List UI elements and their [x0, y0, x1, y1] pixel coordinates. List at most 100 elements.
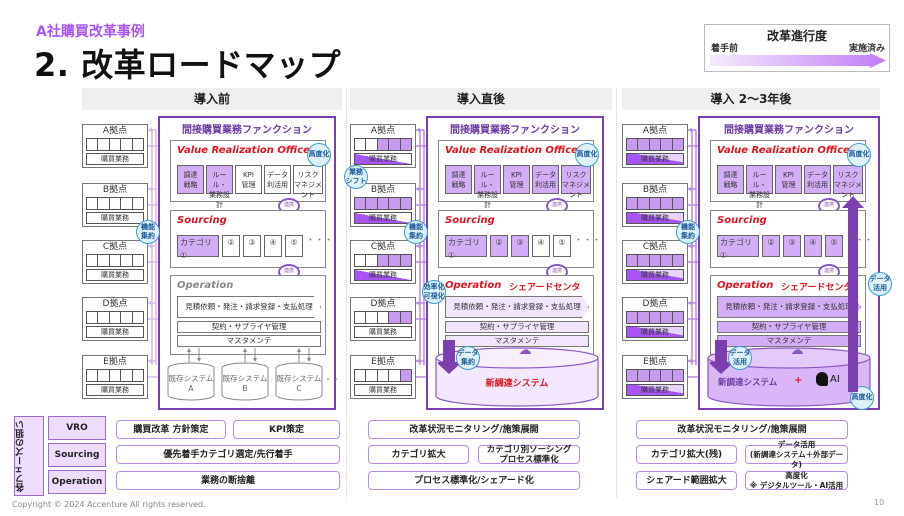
category-item: ⑤: [825, 235, 843, 257]
business-shift-badge: 業務 シフト: [344, 165, 368, 189]
capacity-cell: [355, 198, 367, 209]
vro-function-item: 調達 戦略: [445, 165, 472, 194]
capacity-cell: [98, 312, 110, 323]
site-box: D拠点 購買業務: [350, 297, 416, 341]
capacity-cell: [98, 198, 110, 209]
site-box: D拠点 購買業務: [622, 297, 688, 341]
capacity-cell: [366, 198, 378, 209]
site-capacity-cells: [626, 369, 684, 382]
site-job-label: 購買業務: [354, 153, 412, 165]
site-capacity-cells: [626, 311, 684, 324]
capacity-cell: [649, 255, 662, 266]
capacity-cell: [649, 312, 662, 323]
vro-function-item: データ 利活用: [532, 165, 559, 194]
site-capacity-cells: [354, 197, 412, 210]
capacity-cell: [638, 255, 650, 266]
capacity-cell: [133, 198, 143, 209]
capacity-cell: [400, 139, 412, 150]
vro-title: Value Realization Office: [717, 145, 850, 156]
existing-system-db: 既存システム B: [220, 362, 270, 402]
site-job-label: 購買業務: [626, 384, 684, 396]
capacity-cell: [672, 370, 684, 381]
phase-header-before: 導入前: [82, 88, 342, 110]
progress-gradient-arrow-icon: [710, 53, 886, 68]
capacity-cell: [110, 139, 122, 150]
sourcing-block: Sourcing カテゴリ① ② ③ ④ ⑤ ・・・: [438, 210, 601, 268]
category-item: ⑤: [553, 235, 571, 257]
operation-process-label: 見積依頼・発注・請求登録・支払処理: [717, 296, 861, 318]
site-box: A拠点 購買業務: [350, 124, 416, 168]
capacity-cell: [672, 255, 684, 266]
function-consolidation-badge: 機能 集約: [676, 220, 700, 244]
category-item: ③: [243, 235, 261, 257]
capacity-cell: [98, 370, 110, 381]
site-box: E拠点 購買業務: [622, 355, 688, 399]
capacity-cell: [389, 255, 401, 266]
new-system-label: 新調達システム: [485, 379, 549, 389]
site-box: C拠点 購買業務: [82, 240, 148, 284]
capacity-cell: [355, 255, 367, 266]
vro-function-item: 調達 戦略: [717, 165, 744, 194]
vro-function-item: 調達 戦略: [177, 165, 204, 194]
site-job-label: 購買業務: [86, 326, 144, 338]
capacity-cell: [400, 255, 412, 266]
vro-function-list: 調達 戦略 ルール・ 業務設計 KPI 管理 データ 利活用 リスク マネジメント: [445, 165, 591, 209]
capacity-cell: [400, 312, 412, 323]
category-item: ②: [762, 235, 780, 257]
aim-box: プロセス標準化/シェアード化: [368, 471, 580, 490]
category-item: ②: [490, 235, 508, 257]
site-box: E拠点 購買業務: [82, 355, 148, 399]
capacity-cell: [627, 198, 639, 209]
existing-system-db: 既存システム A: [166, 362, 216, 402]
site-name: B拠点: [102, 185, 128, 195]
site-name: B拠点: [642, 185, 668, 195]
capacity-cell: [87, 370, 99, 381]
site-box: B拠点 購買業務: [82, 183, 148, 227]
site-capacity-cells: [354, 311, 412, 324]
capacity-cell: [400, 198, 412, 209]
site-box: E拠点 購買業務: [350, 355, 416, 399]
vro-function-item: KPI 管理: [503, 165, 530, 194]
capacity-cell: [661, 312, 673, 323]
capacity-cell: [110, 255, 122, 266]
existing-system-label: 既存システム B: [222, 374, 268, 393]
category-list: カテゴリ① ② ③ ④ ⑤ ・・・: [177, 235, 334, 260]
procurement-function-frame: 間接購買業務ファンクション Value Realization Office 調達 …: [426, 116, 604, 410]
capacity-cell: [355, 139, 367, 150]
category-item: カテゴリ①: [717, 235, 759, 260]
aims-side-label-text: 各フェーズの狙い: [16, 420, 26, 492]
aim-box: カテゴリ別ソーシング プロセス標準化: [478, 445, 580, 465]
capacity-cell: [377, 255, 390, 266]
vro-title: Value Realization Office: [445, 145, 578, 156]
capacity-cell: [133, 139, 143, 150]
capacity-cell: [87, 198, 99, 209]
capacity-cell: [98, 139, 110, 150]
vro-function-list: 調達 戦略 ルール・ 業務設計 KPI 管理 データ 利活用 リスク マネジメント: [177, 165, 323, 209]
capacity-cell: [133, 312, 143, 323]
site-job-label: 購買業務: [626, 326, 684, 338]
capacity-cell: [110, 198, 122, 209]
enhancement-badge: 高度化: [847, 143, 871, 167]
category-more: ・・・: [306, 236, 334, 246]
aim-box: 購買改革 方針策定: [116, 420, 226, 439]
existing-systems-more: ・・: [324, 375, 340, 384]
operation-sub-process: マスタメンテ: [177, 335, 321, 347]
vro-title: Value Realization Office: [177, 145, 310, 156]
data-badge: データ 集約: [456, 346, 480, 370]
site-capacity-cells: [86, 197, 144, 210]
aim-box: シェアード範囲拡大: [636, 471, 737, 490]
site-name: C拠点: [102, 242, 128, 252]
category-item: ④: [804, 235, 822, 257]
site-box: B拠点 購買業務: [350, 183, 416, 227]
site-name: D拠点: [370, 299, 396, 309]
capacity-cell: [355, 312, 367, 323]
capacity-cell: [649, 198, 662, 209]
capacity-cell: [389, 139, 401, 150]
vro-block: Value Realization Office 調達 戦略 ルール・ 業務設計 KP…: [170, 140, 331, 209]
phase-header-just-after: 導入直後: [350, 88, 612, 110]
cloud-sync-icon: ☁: [790, 343, 804, 358]
capacity-cell: [627, 370, 639, 381]
page-title: 2. 改革ロードマップ: [34, 46, 342, 84]
aims-row-sourcing: Sourcing: [48, 443, 106, 467]
cloud-sync-icon: ☁: [518, 343, 532, 358]
